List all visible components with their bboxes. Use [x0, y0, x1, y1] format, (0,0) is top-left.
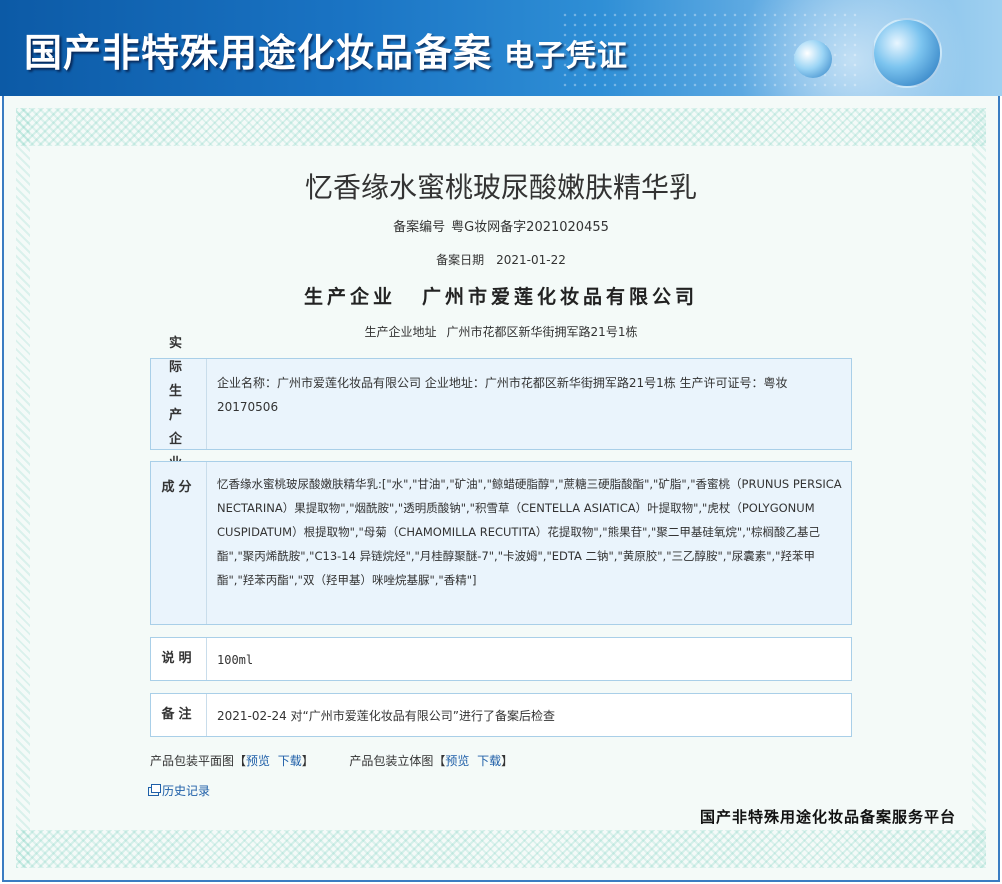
remark-text: 2021-02-24 对“广州市爱莲化妆品有限公司”进行了备案后检查	[217, 709, 555, 723]
bracket-open: 【	[433, 754, 446, 768]
flat-download-link[interactable]: 下载	[278, 754, 302, 768]
address-label: 生产企业地址	[364, 325, 437, 339]
package-solid-label: 产品包装立体图	[349, 754, 434, 768]
actual-manufacturer-head: 实际生产企业	[151, 336, 207, 471]
product-name: 忆香缘水蜜桃玻尿酸嫩肤精华乳	[304, 171, 697, 204]
manufacturer-label: 生产企业	[303, 286, 396, 308]
record-date-label: 备案日期	[436, 253, 485, 267]
banner-title-main: 国产非特殊用途化妆品备案	[24, 30, 493, 75]
border-pattern-bottom	[16, 830, 986, 868]
actual-manufacturer-box: 实际生产企业 企业名称：广州市爱莲化妆品有限公司 企业地址：广州市花都区新华街拥…	[150, 336, 852, 471]
banner-title-sub: 电子凭证	[504, 39, 629, 74]
flat-preview-link[interactable]: 预览	[246, 754, 270, 768]
record-number-line: 备案编号 粤G妆网备字2021020455	[0, 216, 1002, 235]
description-box: 说明 100ml	[150, 637, 852, 681]
banner-title: 国产非特殊用途化妆品备案 电子凭证	[24, 22, 628, 77]
history-link[interactable]: 历史记录	[148, 782, 210, 799]
address-line: 生产企业地址 广州市花都区新华街拥军路21号1栋	[0, 323, 1002, 340]
address-value: 广州市花都区新华街拥军路21号1栋	[446, 325, 638, 339]
ingredients-box: 成分 忆香缘水蜜桃玻尿酸嫩肤精华乳:["水","甘油","矿油","鲸蜡硬脂醇"…	[150, 461, 852, 625]
history-icon	[148, 784, 161, 796]
package-links: 产品包装平面图【预览 下载】 产品包装立体图【预览 下载】	[150, 752, 513, 769]
description-head: 说明	[151, 638, 207, 680]
actual-manufacturer-text: 企业名称：广州市爱莲化妆品有限公司 企业地址：广州市花都区新华街拥军路21号1栋…	[217, 376, 788, 414]
history-link-label[interactable]: 历史记录	[162, 784, 210, 798]
record-number: 粤G妆网备字2021020455	[451, 220, 609, 235]
platform-name: 国产非特殊用途化妆品备案服务平台	[699, 808, 956, 826]
border-pattern-top	[16, 108, 986, 146]
solid-download-link[interactable]: 下载	[477, 754, 501, 768]
ingredients-text: 忆香缘水蜜桃玻尿酸嫩肤精华乳:["水","甘油","矿油","鲸蜡硬脂醇","蔗…	[217, 477, 842, 587]
remark-head: 备注	[151, 694, 207, 736]
record-date-line: 备案日期 2021-01-22	[0, 251, 1002, 268]
manufacturer-line: 生产企业 广州市爱莲化妆品有限公司	[0, 282, 1002, 309]
header-banner: 国产非特殊用途化妆品备案 电子凭证	[0, 0, 1002, 96]
package-flat-label: 产品包装平面图	[150, 754, 235, 768]
ingredients-head: 成分	[151, 462, 207, 624]
solid-preview-link[interactable]: 预览	[445, 754, 469, 768]
bracket-open: 【	[234, 754, 247, 768]
bracket-close: 】	[501, 754, 514, 768]
globe-icon	[872, 18, 942, 88]
remark-box: 备注 2021-02-24 对“广州市爱莲化妆品有限公司”进行了备案后检查	[150, 693, 852, 737]
small-globe-icon	[794, 40, 832, 78]
description-text: 100ml	[217, 653, 254, 667]
record-date: 2021-01-22	[496, 253, 566, 267]
record-number-label: 备案编号	[393, 220, 446, 235]
manufacturer-name: 广州市爱莲化妆品有限公司	[422, 286, 699, 308]
bracket-close: 】	[301, 754, 314, 768]
banner-glow	[722, 0, 982, 96]
